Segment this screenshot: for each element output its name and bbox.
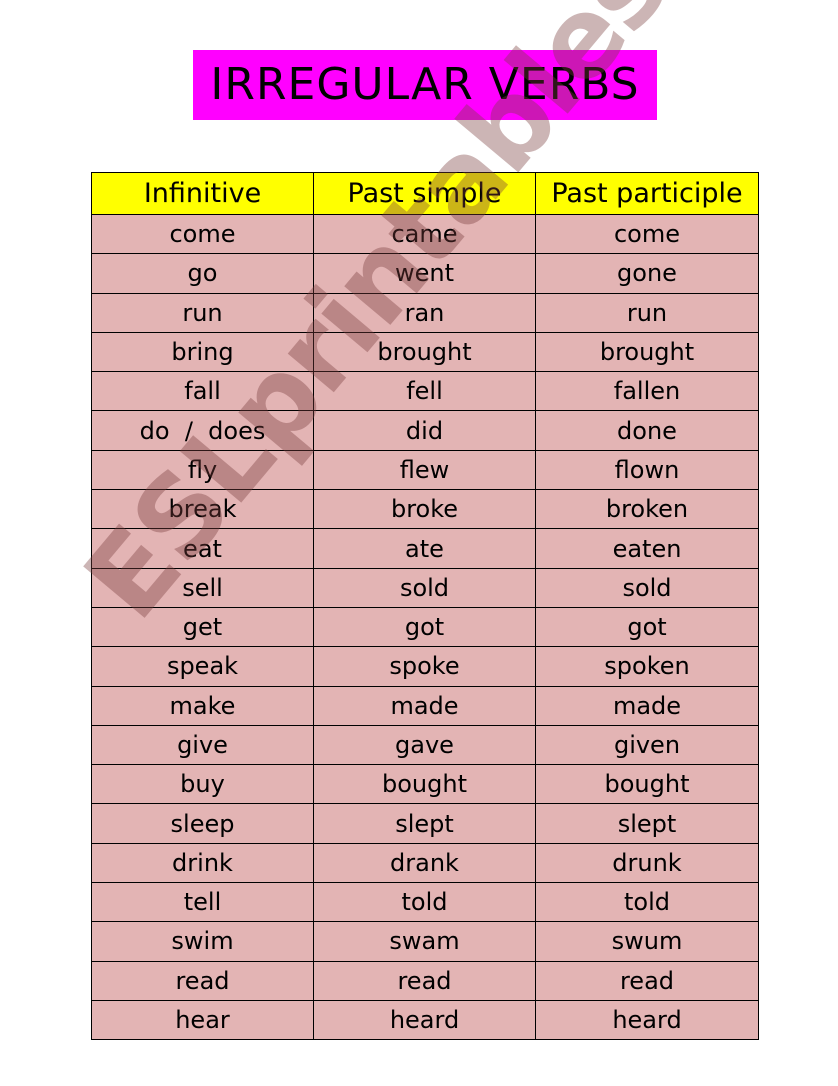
table-row: eat ate eaten [91,528,759,569]
table-row: buy bought bought [91,764,759,805]
table-row: bring brought brought [91,331,759,373]
infinitive-cell: break [91,489,314,530]
past-simple-cell: drank [313,842,536,884]
table-row: get got got [91,606,759,648]
past-simple-cell: swam [313,921,536,962]
table-header-row: Infinitive Past simple Past participle [91,172,759,215]
table-row: fall fell fallen [91,371,759,412]
table-row: hear heard heard [91,999,759,1041]
infinitive-cell: make [91,685,314,726]
table-row: read read read [91,960,759,1001]
infinitive-cell: run [91,292,314,333]
table-body: come came come go went gone run ran run bring brou… [91,213,759,1041]
header-infinitive: Infinitive [91,172,314,215]
past-participle-cell: brought [535,331,759,373]
past-participle-cell: spoken [535,646,759,687]
infinitive-cell: buy [91,764,314,805]
past-participle-cell: done [535,410,759,451]
table-row: make made made [91,685,759,726]
infinitive-cell: sleep [91,803,314,844]
past-participle-cell: fallen [535,371,759,412]
past-participle-cell: given [535,724,759,766]
past-simple-cell: fell [313,371,536,412]
infinitive-cell: fly [91,449,314,491]
past-simple-cell: made [313,685,536,726]
past-participle-cell: told [535,882,759,923]
infinitive-cell: eat [91,528,314,569]
infinitive-cell: go [91,253,314,294]
past-participle-cell: eaten [535,528,759,569]
past-simple-cell: gave [313,724,536,766]
past-simple-cell: told [313,882,536,923]
past-participle-cell: come [535,213,759,255]
past-participle-cell: read [535,960,759,1001]
past-simple-cell: flew [313,449,536,491]
past-participle-cell: slept [535,803,759,844]
table-row: break broke broken [91,489,759,530]
table-row: fly flew flown [91,449,759,491]
infinitive-cell: read [91,960,314,1001]
past-participle-cell: broken [535,489,759,530]
past-simple-cell: came [313,213,536,255]
past-simple-cell: ran [313,292,536,333]
past-participle-cell: swum [535,921,759,962]
past-simple-cell: broke [313,489,536,530]
past-simple-cell: got [313,606,536,648]
past-simple-cell: brought [313,331,536,373]
table-row: come came come [91,213,759,255]
table-row: do / does did done [91,410,759,451]
infinitive-cell: drink [91,842,314,884]
table-row: sell sold sold [91,567,759,608]
past-participle-cell: drunk [535,842,759,884]
past-simple-cell: bought [313,764,536,805]
header-past-simple: Past simple [313,172,536,215]
past-participle-cell: bought [535,764,759,805]
table-row: give gave given [91,724,759,766]
past-participle-cell: heard [535,999,759,1041]
infinitive-cell: hear [91,999,314,1041]
infinitive-cell: fall [91,371,314,412]
table-row: run ran run [91,292,759,333]
past-simple-cell: went [313,253,536,294]
page-title: IRREGULAR VERBS [210,59,640,110]
past-participle-cell: gone [535,253,759,294]
table-row: go went gone [91,253,759,294]
table-row: sleep slept slept [91,803,759,844]
past-participle-cell: sold [535,567,759,608]
infinitive-cell: come [91,213,314,255]
past-simple-cell: ate [313,528,536,569]
table-row: tell told told [91,882,759,923]
header-past-participle: Past participle [535,172,759,215]
past-participle-cell: flown [535,449,759,491]
infinitive-cell: swim [91,921,314,962]
infinitive-cell: sell [91,567,314,608]
past-simple-cell: sold [313,567,536,608]
infinitive-cell: tell [91,882,314,923]
past-simple-cell: read [313,960,536,1001]
past-simple-cell: slept [313,803,536,844]
past-participle-cell: run [535,292,759,333]
past-simple-cell: spoke [313,646,536,687]
past-participle-cell: made [535,685,759,726]
irregular-verbs-table: Infinitive Past simple Past participle c… [91,172,759,1041]
infinitive-cell: give [91,724,314,766]
past-participle-cell: got [535,606,759,648]
title-banner: IRREGULAR VERBS [193,50,657,120]
table-row: drink drank drunk [91,842,759,884]
past-simple-cell: heard [313,999,536,1041]
table-row: speak spoke spoken [91,646,759,687]
table-row: swim swam swum [91,921,759,962]
infinitive-cell: get [91,606,314,648]
past-simple-cell: did [313,410,536,451]
infinitive-cell: bring [91,331,314,373]
infinitive-cell: do / does [91,410,314,451]
infinitive-cell: speak [91,646,314,687]
